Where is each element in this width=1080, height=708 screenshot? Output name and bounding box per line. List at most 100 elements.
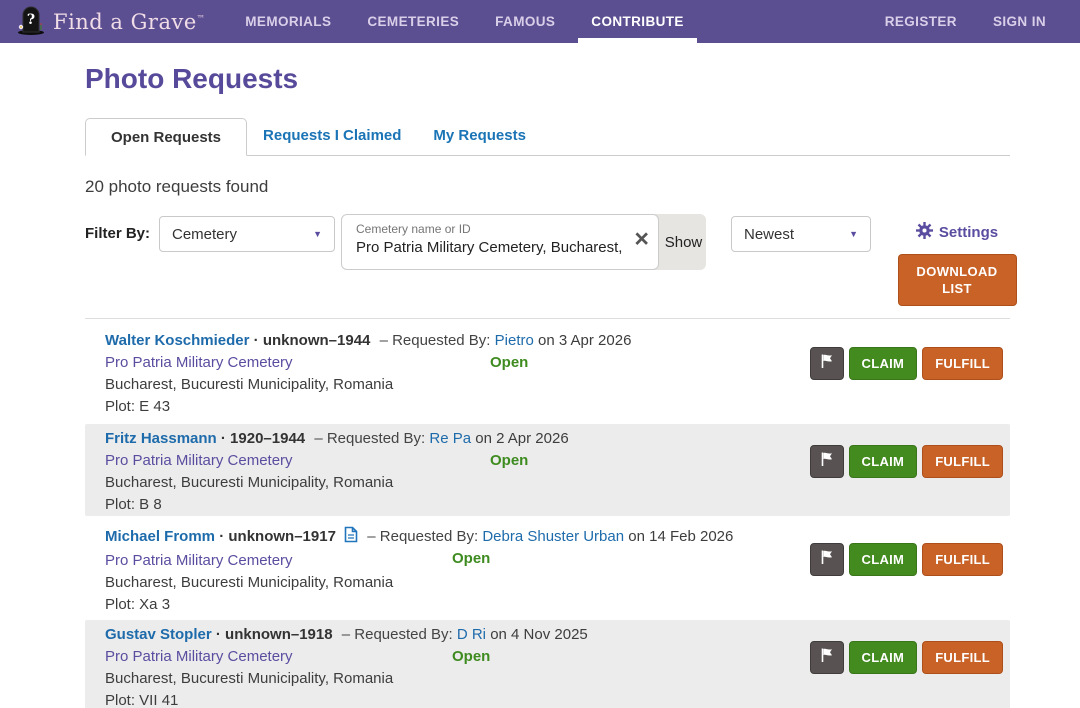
filter-bar: Filter By: Cemetery ▼ Cemetery name or I…: [85, 214, 1010, 306]
search-field-value: Pro Patria Military Cemetery, Bucharest,…: [356, 237, 622, 259]
main-content: Photo Requests Open Requests Requests I …: [85, 63, 1010, 708]
flag-icon: [819, 451, 835, 472]
filter-type-value: Cemetery: [172, 226, 237, 243]
findagrave-logo[interactable]: ? Find a Grave™: [16, 0, 205, 43]
note-document-icon[interactable]: [344, 526, 358, 550]
nav-item-famous[interactable]: FAMOUS: [477, 0, 573, 43]
separator-dot: ·: [221, 430, 226, 447]
search-field-label: Cemetery name or ID: [356, 222, 622, 237]
tab-bar: Open Requests Requests I Claimed My Requ…: [85, 117, 1010, 156]
requester-link[interactable]: Pietro: [495, 332, 534, 349]
chevron-down-icon: ▼: [313, 229, 322, 239]
separator-dot: ·: [216, 626, 221, 643]
status-badge: Open: [452, 646, 490, 668]
requested-by-label: – Requested By:: [342, 626, 453, 643]
request-row: Michael Fromm · unknown–1917 – Requested…: [85, 522, 1010, 614]
life-dates: 1920–1944: [230, 430, 305, 447]
cemetery-link[interactable]: Pro Patria Military Cemetery: [105, 552, 293, 569]
trademark: ™: [197, 14, 206, 23]
results-summary: 20 photo requests found: [85, 177, 1010, 197]
sort-select[interactable]: Newest ▼: [731, 216, 871, 252]
fulfill-button[interactable]: FULFILL: [922, 445, 1003, 478]
top-navbar: ? Find a Grave™ MEMORIALS CEMETERIES FAM…: [0, 0, 1080, 43]
memorial-name-link[interactable]: Fritz Hassmann: [105, 430, 217, 447]
row-actions: CLAIM FULFILL: [810, 347, 1003, 380]
sign-in-link[interactable]: SIGN IN: [975, 0, 1064, 43]
claim-button[interactable]: CLAIM: [849, 543, 918, 576]
filter-type-select[interactable]: Cemetery ▼: [159, 216, 335, 252]
fulfill-button[interactable]: FULFILL: [922, 641, 1003, 674]
requested-by-label: – Requested By:: [367, 528, 478, 545]
sort-value: Newest: [744, 226, 794, 243]
flag-button[interactable]: [810, 543, 844, 576]
cemetery-search-input[interactable]: Cemetery name or ID Pro Patria Military …: [341, 214, 659, 270]
flag-button[interactable]: [810, 347, 844, 380]
settings-label: Settings: [939, 224, 998, 241]
tombstone-icon: ?: [16, 3, 46, 40]
cemetery-link[interactable]: Pro Patria Military Cemetery: [105, 354, 293, 371]
gear-icon: [916, 222, 933, 243]
tab-requests-i-claimed[interactable]: Requests I Claimed: [247, 117, 417, 155]
brand-name: Find a Grave™: [53, 10, 205, 34]
chevron-down-icon: ▼: [849, 229, 858, 239]
life-dates: unknown–1917: [228, 528, 336, 545]
photo-request-list: Walter Koschmieder · unknown–1944 – Requ…: [85, 326, 1010, 708]
claim-button[interactable]: CLAIM: [849, 641, 918, 674]
clear-search-icon[interactable]: ×: [634, 227, 649, 251]
memorial-name-link[interactable]: Michael Fromm: [105, 528, 215, 545]
claim-button[interactable]: CLAIM: [849, 445, 918, 478]
settings-link[interactable]: Settings: [916, 222, 998, 243]
plot-text: Plot: Xa 3: [105, 594, 1010, 616]
claim-button[interactable]: CLAIM: [849, 347, 918, 380]
life-dates: unknown–1944: [263, 332, 371, 349]
request-date: on 14 Feb 2026: [628, 528, 733, 545]
plot-text: Plot: E 43: [105, 396, 1010, 418]
life-dates: unknown–1918: [225, 626, 333, 643]
page-title: Photo Requests: [85, 63, 1010, 95]
separator-dot: ·: [254, 332, 259, 349]
request-date: on 4 Nov 2025: [490, 626, 588, 643]
flag-button[interactable]: [810, 445, 844, 478]
nav-item-contribute[interactable]: CONTRIBUTE: [573, 0, 702, 43]
requester-link[interactable]: Debra Shuster Urban: [482, 528, 624, 545]
plot-text: Plot: VII 41: [105, 690, 1010, 708]
status-badge: Open: [490, 352, 528, 374]
request-date: on 3 Apr 2026: [538, 332, 631, 349]
flag-icon: [819, 647, 835, 668]
separator-dot: ·: [219, 528, 224, 545]
request-row: Walter Koschmieder · unknown–1944 – Requ…: [85, 326, 1010, 418]
fulfill-button[interactable]: FULFILL: [922, 543, 1003, 576]
requested-by-label: – Requested By:: [314, 430, 425, 447]
cemetery-search-group: Cemetery name or ID Pro Patria Military …: [341, 214, 706, 270]
tab-open-requests[interactable]: Open Requests: [85, 118, 247, 156]
register-link[interactable]: REGISTER: [867, 0, 975, 43]
cemetery-link[interactable]: Pro Patria Military Cemetery: [105, 452, 293, 469]
row-actions: CLAIM FULFILL: [810, 543, 1003, 576]
status-badge: Open: [452, 548, 490, 570]
memorial-name-link[interactable]: Walter Koschmieder: [105, 332, 250, 349]
requester-link[interactable]: Re Pa: [429, 430, 471, 447]
request-date: on 2 Apr 2026: [475, 430, 568, 447]
requester-link[interactable]: D Ri: [457, 626, 486, 643]
memorial-name-link[interactable]: Gustav Stopler: [105, 626, 212, 643]
fulfill-button[interactable]: FULFILL: [922, 347, 1003, 380]
requested-by-label: – Requested By:: [380, 332, 491, 349]
section-divider: [85, 318, 1010, 319]
flag-button[interactable]: [810, 641, 844, 674]
filter-right-column: Settings DOWNLOAD LIST: [897, 214, 1017, 306]
download-list-button[interactable]: DOWNLOAD LIST: [898, 254, 1017, 306]
flag-icon: [819, 353, 835, 374]
tab-my-requests[interactable]: My Requests: [417, 117, 542, 155]
flag-icon: [819, 549, 835, 570]
row-actions: CLAIM FULFILL: [810, 641, 1003, 674]
plot-text: Plot: B 8: [105, 494, 1010, 516]
request-row: Gustav Stopler · unknown–1918 – Requeste…: [85, 620, 1010, 708]
filter-by-label: Filter By:: [85, 216, 159, 252]
request-row: Fritz Hassmann · 1920–1944 – Requested B…: [85, 424, 1010, 516]
row-actions: CLAIM FULFILL: [810, 445, 1003, 478]
nav-item-cemeteries[interactable]: CEMETERIES: [349, 0, 477, 43]
cemetery-link[interactable]: Pro Patria Military Cemetery: [105, 648, 293, 665]
svg-text:?: ?: [27, 12, 35, 28]
nav-right-group: REGISTER SIGN IN: [867, 0, 1064, 43]
nav-item-memorials[interactable]: MEMORIALS: [227, 0, 349, 43]
